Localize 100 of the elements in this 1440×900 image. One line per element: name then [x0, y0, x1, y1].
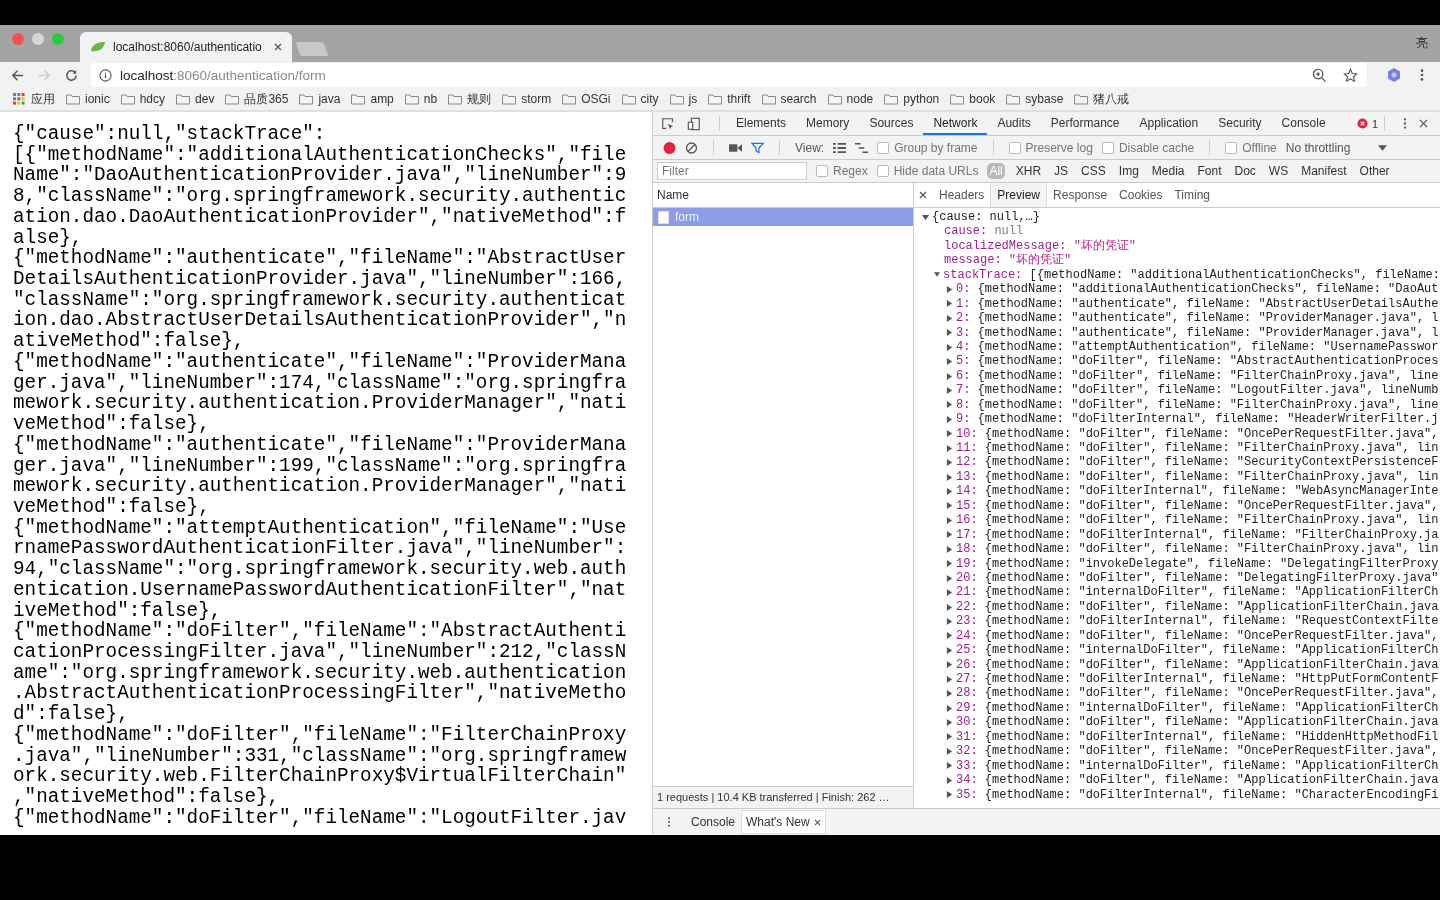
expand-triangle-icon[interactable] [946, 285, 953, 293]
expand-triangle-icon[interactable] [946, 516, 953, 524]
bookmark[interactable]: 规则 [448, 90, 492, 108]
checkbox[interactable] [1101, 141, 1114, 154]
bookmark[interactable]: book [950, 92, 996, 106]
expand-triangle-icon[interactable] [946, 459, 953, 467]
bookmark[interactable]: node [827, 92, 874, 106]
close-icon[interactable] [919, 191, 927, 199]
expand-triangle-icon[interactable] [946, 372, 953, 380]
menu-icon[interactable] [1420, 68, 1424, 82]
expand-triangle-icon[interactable] [946, 603, 953, 611]
device-toolbar-icon[interactable] [687, 116, 701, 131]
filter-field[interactable]: Filter [657, 162, 807, 180]
expand-triangle-icon[interactable] [946, 661, 953, 669]
expand-triangle-icon[interactable] [946, 343, 953, 351]
bookmark[interactable]: city [621, 92, 659, 106]
expand-triangle-icon[interactable] [946, 401, 953, 409]
expand-triangle-icon[interactable] [934, 271, 941, 279]
expand-triangle-icon[interactable] [946, 545, 953, 553]
checkbox[interactable] [816, 165, 828, 177]
expand-triangle-icon[interactable] [946, 473, 953, 481]
inspect-element-icon[interactable] [661, 116, 675, 131]
devtools-tab[interactable]: Audits [987, 112, 1041, 135]
bookmark[interactable]: OSGi [562, 92, 611, 106]
expand-triangle-icon[interactable] [946, 531, 953, 539]
waterfall-icon[interactable] [855, 141, 869, 154]
resource-type-filter[interactable]: WS [1266, 163, 1291, 179]
expand-triangle-icon[interactable] [946, 314, 953, 322]
bookmark[interactable]: 应用 [12, 90, 55, 108]
expand-triangle-icon[interactable] [946, 560, 953, 568]
close-icon[interactable] [1419, 119, 1428, 128]
expand-triangle-icon[interactable] [946, 300, 953, 308]
expand-triangle-icon[interactable] [946, 776, 953, 784]
bookmark[interactable]: storm [502, 92, 552, 106]
devtools-tab[interactable]: Sources [859, 112, 924, 135]
error-count[interactable]: 1 [1356, 117, 1378, 130]
expand-triangle-icon[interactable] [946, 488, 953, 496]
checkbox[interactable] [877, 141, 890, 154]
bookmark[interactable]: js [669, 92, 698, 106]
expand-triangle-icon[interactable] [946, 502, 953, 510]
checkbox[interactable] [876, 165, 889, 177]
expand-triangle-icon[interactable] [946, 762, 953, 770]
expand-triangle-icon[interactable] [946, 646, 953, 654]
detail-tab[interactable]: Preview [990, 183, 1048, 207]
expand-triangle-icon[interactable] [946, 617, 953, 625]
detail-tab[interactable]: Timing [1168, 183, 1216, 207]
address-bar[interactable]: localhost:8060/authentication/form [91, 63, 1366, 87]
resource-type-filter[interactable]: Manifest [1299, 163, 1349, 179]
star-icon[interactable] [1343, 67, 1358, 83]
expand-triangle-icon[interactable] [946, 675, 953, 683]
expand-triangle-icon[interactable] [946, 386, 953, 394]
video-camera-icon[interactable] [729, 141, 742, 154]
expand-triangle-icon[interactable] [946, 415, 953, 423]
list-view-icon[interactable] [833, 141, 847, 154]
bookmark[interactable]: python [884, 92, 940, 106]
expand-triangle-icon[interactable] [946, 690, 953, 698]
more-options-icon[interactable] [667, 816, 671, 828]
checkbox[interactable] [1225, 141, 1238, 154]
zoom-icon[interactable] [1312, 67, 1327, 83]
close-tab-icon[interactable] [274, 43, 282, 51]
expand-triangle-icon[interactable] [946, 719, 953, 727]
expand-triangle-icon[interactable] [946, 329, 953, 337]
expand-triangle-icon[interactable] [946, 704, 953, 712]
devtools-tab[interactable]: Console [1271, 112, 1336, 135]
more-options-icon[interactable] [1403, 117, 1407, 130]
expand-triangle-icon[interactable] [946, 733, 953, 741]
expand-triangle-icon[interactable] [946, 632, 953, 640]
devtools-tab[interactable]: Security [1208, 112, 1272, 135]
bookmark[interactable]: search [761, 92, 817, 106]
expand-triangle-icon[interactable] [946, 574, 953, 582]
devtools-tab[interactable]: Application [1129, 112, 1209, 135]
bookmark[interactable]: 品质365 [225, 90, 289, 108]
bookmark[interactable]: thrift [708, 92, 751, 106]
browser-tab[interactable]: localhost:8060/authenticatio [80, 32, 292, 62]
resource-type-filter[interactable]: Img [1116, 163, 1141, 179]
detail-tab[interactable]: Cookies [1113, 183, 1169, 207]
devtools-tab[interactable]: Performance [1040, 112, 1130, 135]
resource-type-filter[interactable]: Other [1357, 163, 1392, 179]
checkbox[interactable] [1008, 141, 1021, 154]
close-icon[interactable] [813, 818, 821, 826]
expand-triangle-icon[interactable] [946, 747, 953, 755]
resource-type-filter[interactable]: Doc [1232, 163, 1258, 179]
detail-tab[interactable]: Response [1047, 183, 1114, 207]
devtools-tab[interactable]: Memory [796, 112, 860, 135]
bookmark[interactable]: java [299, 92, 341, 106]
record-icon[interactable] [663, 141, 676, 154]
expand-triangle-icon[interactable] [922, 213, 929, 221]
expand-triangle-icon[interactable] [946, 430, 953, 438]
bookmark[interactable]: 猪八戒 [1074, 90, 1130, 108]
detail-tab[interactable]: Headers [933, 183, 991, 207]
extension-icon[interactable] [1386, 67, 1402, 83]
resource-type-filter[interactable]: Font [1195, 163, 1224, 179]
resource-type-filter[interactable]: CSS [1079, 163, 1108, 179]
expand-triangle-icon[interactable] [946, 589, 953, 597]
drawer-tab[interactable]: Console [687, 811, 740, 833]
bookmark[interactable]: amp [351, 92, 394, 106]
bookmark[interactable]: dev [176, 92, 215, 106]
expand-triangle-icon[interactable] [946, 358, 953, 366]
bookmark[interactable]: hdcy [120, 92, 166, 106]
resource-type-filter[interactable]: JS [1052, 163, 1071, 179]
